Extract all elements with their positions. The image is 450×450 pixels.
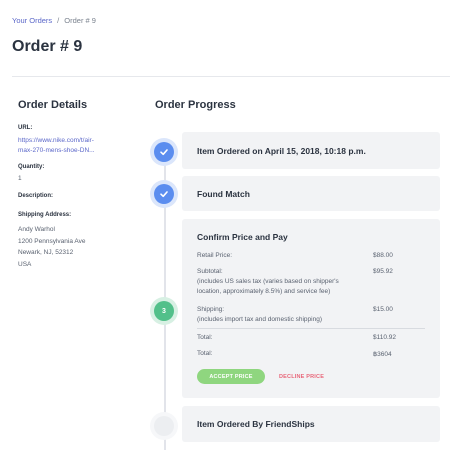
address-line: 1200 Pennsylvania Ave xyxy=(18,237,86,245)
breadcrumb-separator: / xyxy=(57,16,60,25)
step-1-complete-node xyxy=(154,142,174,162)
step-2-title: Found Match xyxy=(197,189,250,199)
step-3-active-node: 3 xyxy=(154,301,174,321)
total-thb-value: ฿3604 xyxy=(373,351,392,358)
step-2-complete-node xyxy=(154,184,174,204)
address-line: USA xyxy=(18,260,32,268)
step-1-title: Item Ordered on April 15, 2018, 10:18 p.… xyxy=(197,146,366,156)
shipping-block: Shipping: (includes import tax and domes… xyxy=(197,305,322,325)
subtotal-note: (includes US sales tax (varies based on … xyxy=(197,278,339,285)
step-4-title: Item Ordered By FriendShips xyxy=(197,419,315,429)
order-url-line-2: max-270-mens-shoe-DN... xyxy=(18,147,95,154)
shipping-note: (includes import tax and domestic shippi… xyxy=(197,316,323,323)
check-icon xyxy=(160,191,168,198)
shipping-address-label: Shipping Address: xyxy=(18,212,72,218)
shipping-address: Andy Warhol 1200 Pennsylvania Ave Newark… xyxy=(18,224,85,270)
order-url-link[interactable]: https://www.nike.com/t/air- max-270-mens… xyxy=(18,136,95,156)
retail-price-value: $88.00 xyxy=(373,252,393,259)
order-progress-heading: Order Progress xyxy=(155,99,236,111)
breadcrumb-current: Order # 9 xyxy=(64,16,96,25)
subtotal-value: $95.92 xyxy=(373,268,393,275)
address-line: Andy Warhol xyxy=(18,226,55,233)
subtotal-block: Subtotal: (includes US sales tax (varies… xyxy=(197,267,339,297)
step-1-card: Item Ordered on April 15, 2018, 10:18 p.… xyxy=(182,132,440,169)
shipping-value: $15.00 xyxy=(373,306,393,313)
step-3-title: Confirm Price and Pay xyxy=(197,232,288,242)
description-label: Description: xyxy=(18,193,54,199)
order-details-heading: Order Details xyxy=(18,99,88,111)
total-thb-label: Total: xyxy=(197,350,213,357)
step-4-card: Item Ordered By FriendShips xyxy=(182,406,440,442)
url-label: URL: xyxy=(18,125,33,131)
page-title: Order # 9 xyxy=(12,38,83,55)
subtotal-note: location, approximately 8.5%) and servic… xyxy=(197,288,331,295)
breadcrumb-your-orders-link[interactable]: Your Orders xyxy=(12,16,52,25)
address-line: Newark, NJ, 52312 xyxy=(18,249,74,256)
total-usd-value: $110.92 xyxy=(373,334,397,341)
decline-price-button[interactable]: DECLINE PRICE xyxy=(279,369,324,384)
totals-divider xyxy=(197,328,425,329)
quantity-value: 1 xyxy=(18,175,22,182)
total-usd-label: Total: xyxy=(197,334,213,341)
step-2-card: Found Match xyxy=(182,176,440,211)
quantity-label: Quantity: xyxy=(18,164,45,170)
breadcrumb: Your Orders / Order # 9 xyxy=(12,16,96,25)
step-4-pending-node xyxy=(154,416,174,436)
check-icon xyxy=(160,149,168,156)
order-url-line-1: https://www.nike.com/t/air- xyxy=(18,137,94,144)
retail-price-label: Retail Price: xyxy=(197,252,233,259)
shipping-label: Shipping: xyxy=(197,306,225,313)
step-3-number: 3 xyxy=(162,307,166,315)
subtotal-label: Subtotal: xyxy=(197,268,223,275)
accept-price-button[interactable]: ACCEPT PRICE xyxy=(197,369,265,384)
header-divider xyxy=(12,76,450,77)
